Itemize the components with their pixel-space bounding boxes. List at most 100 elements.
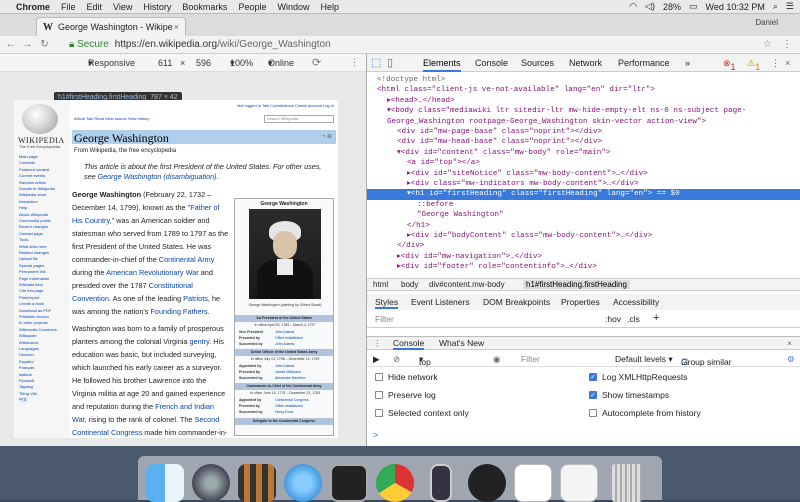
- wiki-search-input[interactable]: Search Wikipedia: [264, 115, 334, 123]
- new-style-rule-button[interactable]: +: [653, 312, 659, 324]
- sidebar-link[interactable]: Cite this page: [19, 288, 43, 293]
- dom-node[interactable]: ::before: [367, 200, 800, 210]
- dom-node[interactable]: George_Washington rootpage-George_Washin…: [367, 117, 800, 127]
- messages-icon[interactable]: [284, 464, 322, 502]
- tab-close-icon[interactable]: ×: [174, 22, 179, 32]
- notification-center-icon[interactable]: ☰: [786, 1, 794, 12]
- search-icon[interactable]: ⌕: [773, 1, 778, 12]
- zoom-select[interactable]: 100% ▾: [230, 58, 253, 69]
- article-link[interactable]: gentry: [190, 337, 210, 346]
- devtools-menu-icon[interactable]: ⋮: [771, 58, 780, 69]
- sidebar-link[interactable]: Print/export: [19, 295, 39, 300]
- terminal-icon[interactable]: [330, 464, 368, 502]
- sidebar-link[interactable]: Wikimedia Commons: [19, 327, 57, 332]
- sidebar-link[interactable]: Wikidata item: [19, 282, 43, 287]
- sidebar-link[interactable]: In other projects: [19, 320, 48, 325]
- sidebar-link[interactable]: Français: [19, 365, 34, 370]
- breadcrumb-content[interactable]: div#content.mw-body: [429, 280, 505, 289]
- battery-percent[interactable]: 28%: [663, 2, 681, 12]
- checkbox-icon[interactable]: [375, 373, 383, 381]
- more-tabs-icon[interactable]: »: [685, 58, 690, 68]
- network-select[interactable]: Online ▾: [268, 58, 294, 69]
- sidebar-link[interactable]: Help: [19, 205, 27, 210]
- breadcrumb-heading[interactable]: h1#firstHeading.firstHeading: [523, 280, 630, 289]
- dom-node[interactable]: ▾<div id="content" class="mw-body" role=…: [367, 148, 800, 158]
- sidebar-link[interactable]: Interaction: [19, 199, 38, 204]
- console-setting[interactable]: Hide network: [375, 372, 438, 382]
- sidebar-link[interactable]: Contact page: [19, 231, 43, 236]
- browser-tab[interactable]: W George Washington - Wikipe ×: [36, 17, 186, 36]
- menu-edit[interactable]: Edit: [87, 2, 103, 12]
- article-link[interactable]: Patriots: [183, 294, 208, 303]
- infobox-value[interactable]: Continental Congress: [275, 398, 309, 402]
- dom-node[interactable]: ▸<div class="mw-indicators mw-body-conte…: [367, 179, 800, 189]
- menu-help[interactable]: Help: [320, 2, 339, 12]
- trash-icon[interactable]: [612, 464, 642, 502]
- sidebar-link[interactable]: 中文: [19, 397, 27, 403]
- address-bar[interactable]: https://en.wikipedia.org/wiki/George_Was…: [115, 39, 331, 50]
- checkbox-checked-icon[interactable]: ✓: [589, 391, 597, 399]
- sidebar-link[interactable]: Permanent link: [19, 269, 46, 274]
- menu-history[interactable]: History: [143, 2, 171, 12]
- breadcrumb-body[interactable]: body: [401, 280, 418, 289]
- sidebar-link[interactable]: Upload file: [19, 256, 38, 261]
- sidebar-link[interactable]: Русский: [19, 378, 34, 383]
- sidebar-link[interactable]: Donate to Wikipedia: [19, 186, 55, 191]
- sidebar-link[interactable]: Main page: [19, 154, 38, 159]
- dom-node[interactable]: </div>: [367, 241, 800, 251]
- sidebar-link[interactable]: Tools: [19, 237, 28, 242]
- warning-count-icon[interactable]: ⚠ 1: [747, 58, 760, 72]
- console-setting[interactable]: ✓ Show timestamps: [589, 390, 669, 400]
- chrome-icon[interactable]: [376, 464, 414, 502]
- tab-elements[interactable]: Elements: [423, 58, 461, 72]
- dom-node[interactable]: <div id="mw-page-base" class="noprint"><…: [367, 127, 800, 137]
- console-setting[interactable]: Autocomplete from history: [589, 408, 701, 418]
- infobox-value[interactable]: Henry Knox: [275, 410, 293, 414]
- infobox-value[interactable]: Alexander Hamilton: [275, 376, 306, 380]
- sidebar-link[interactable]: Español: [19, 359, 33, 364]
- checkbox-icon[interactable]: [589, 409, 597, 417]
- sidebar-link[interactable]: Featured content: [19, 167, 49, 172]
- sidebar-link[interactable]: Create a book: [19, 301, 44, 306]
- clear-console-icon[interactable]: ⊘: [393, 354, 400, 365]
- checkbox-icon[interactable]: [375, 409, 383, 417]
- bookmark-star-icon[interactable]: ☆: [763, 39, 772, 50]
- menu-bookmarks[interactable]: Bookmarks: [182, 2, 227, 12]
- hatnote-link[interactable]: George Washington (disambiguation): [98, 172, 217, 181]
- width-input[interactable]: 611: [158, 58, 172, 68]
- dom-node[interactable]: <a id="top"></a>: [367, 158, 800, 168]
- dom-node[interactable]: ▸<div id="footer" role="contentinfo">…</…: [367, 262, 800, 272]
- drawer-menu-icon[interactable]: ⋮: [373, 338, 382, 349]
- class-toggle[interactable]: .cls: [627, 314, 640, 324]
- console-settings-icon[interactable]: ⚙: [787, 354, 795, 365]
- log-levels-select[interactable]: Default levels ▾: [615, 354, 673, 365]
- launchpad-icon[interactable]: [192, 464, 230, 502]
- sidebar-link[interactable]: Wikipedia store: [19, 192, 46, 197]
- sidebar-link[interactable]: About Wikipedia: [19, 212, 48, 217]
- sidebar-link[interactable]: Community portal: [19, 218, 50, 223]
- finder-icon[interactable]: [146, 464, 184, 502]
- secure-indicator[interactable]: 🔒︎ Secure: [69, 39, 109, 50]
- infobox-value[interactable]: James Wilkinson: [275, 370, 301, 374]
- dom-node[interactable]: </h1>: [367, 221, 800, 231]
- console-setting[interactable]: ✓ Log XMLHttpRequests: [589, 372, 688, 382]
- styles-filter-input[interactable]: Filter: [375, 314, 394, 324]
- tab-styles[interactable]: Styles: [375, 297, 399, 309]
- drawer-tab-whats-new[interactable]: What's New: [439, 338, 484, 348]
- sidebar-link[interactable]: Page information: [19, 276, 49, 281]
- profile-button[interactable]: Daniel: [755, 18, 778, 27]
- dom-node[interactable]: ▾<body class="mediawiki ltr sitedir-ltr …: [367, 106, 800, 116]
- sidebar-link[interactable]: Special pages: [19, 263, 44, 268]
- personal-tools[interactable]: Not logged in Talk Contributions Create …: [237, 103, 334, 108]
- sidebar-link[interactable]: Printable version: [19, 314, 49, 319]
- console-prompt[interactable]: >: [373, 430, 378, 440]
- error-count-icon[interactable]: ⊗ 1: [723, 58, 736, 72]
- back-icon[interactable]: ←: [4, 39, 17, 50]
- elements-tree[interactable]: <!doctype html> <html class="client-js ve…: [367, 72, 800, 271]
- sidebar-link[interactable]: What links here: [19, 244, 47, 249]
- console-setting[interactable]: Preserve log: [375, 390, 436, 400]
- sidebar-link[interactable]: Wikiquote: [19, 333, 37, 338]
- sidebar-link[interactable]: Wikisource: [19, 340, 39, 345]
- reload-icon[interactable]: ↻: [38, 39, 51, 50]
- dom-node[interactable]: <div id="mw-head-base" class="noprint"><…: [367, 137, 800, 147]
